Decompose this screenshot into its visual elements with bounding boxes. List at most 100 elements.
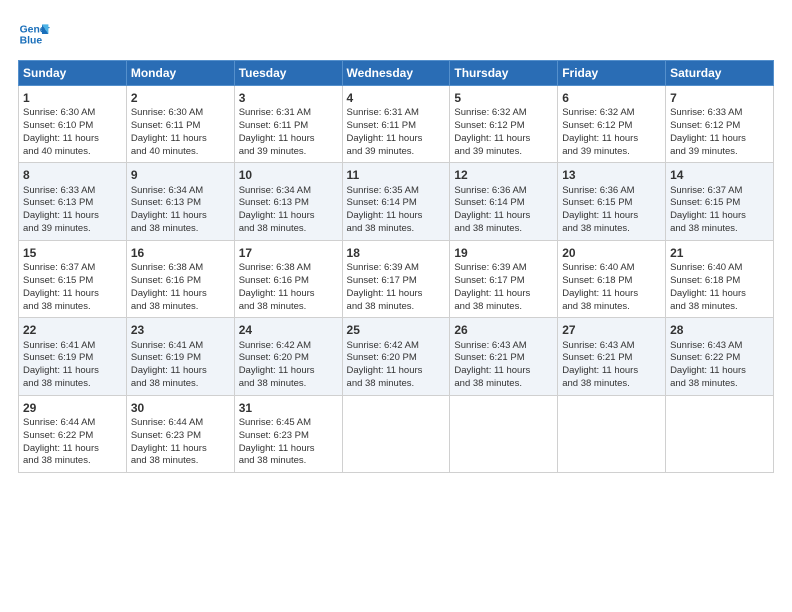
day-info: Sunrise: 6:34 AM Sunset: 6:13 PM Dayligh… — [239, 185, 315, 234]
week-row-3: 15Sunrise: 6:37 AM Sunset: 6:15 PM Dayli… — [19, 240, 774, 317]
calendar-cell: 27Sunrise: 6:43 AM Sunset: 6:21 PM Dayli… — [558, 318, 666, 395]
day-number: 12 — [454, 167, 553, 183]
col-header-thursday: Thursday — [450, 61, 558, 86]
day-info: Sunrise: 6:42 AM Sunset: 6:20 PM Dayligh… — [239, 340, 315, 389]
calendar-cell: 13Sunrise: 6:36 AM Sunset: 6:15 PM Dayli… — [558, 163, 666, 240]
week-row-5: 29Sunrise: 6:44 AM Sunset: 6:22 PM Dayli… — [19, 395, 774, 472]
calendar-cell: 16Sunrise: 6:38 AM Sunset: 6:16 PM Dayli… — [126, 240, 234, 317]
day-number: 1 — [23, 90, 122, 106]
day-number: 14 — [670, 167, 769, 183]
day-number: 31 — [239, 400, 338, 416]
calendar-cell: 15Sunrise: 6:37 AM Sunset: 6:15 PM Dayli… — [19, 240, 127, 317]
day-number: 10 — [239, 167, 338, 183]
day-number: 23 — [131, 322, 230, 338]
day-number: 20 — [562, 245, 661, 261]
day-info: Sunrise: 6:41 AM Sunset: 6:19 PM Dayligh… — [131, 340, 207, 389]
col-header-tuesday: Tuesday — [234, 61, 342, 86]
calendar-cell — [666, 395, 774, 472]
calendar-cell: 28 Sunrise: 6:43 AM Sunset: 6:22 PM Dayli… — [666, 318, 774, 395]
calendar-cell: 20Sunrise: 6:40 AM Sunset: 6:18 PM Dayli… — [558, 240, 666, 317]
day-info: Sunrise: 6:30 AM Sunset: 6:11 PM Dayligh… — [131, 107, 207, 156]
calendar-cell: 3Sunrise: 6:31 AM Sunset: 6:11 PM Daylig… — [234, 86, 342, 163]
day-number: 7 — [670, 90, 769, 106]
calendar-cell: 23 Sunrise: 6:41 AM Sunset: 6:19 PM Dayli… — [126, 318, 234, 395]
header-row: SundayMondayTuesdayWednesdayThursdayFrid… — [19, 61, 774, 86]
calendar-cell: 7Sunrise: 6:33 AM Sunset: 6:12 PM Daylig… — [666, 86, 774, 163]
calendar-cell: 24 Sunrise: 6:42 AM Sunset: 6:20 PM Dayli… — [234, 318, 342, 395]
day-info: Sunrise: 6:41 AM Sunset: 6:19 PM Dayligh… — [23, 340, 99, 389]
day-number: 16 — [131, 245, 230, 261]
calendar-cell: 9 Sunrise: 6:34 AM Sunset: 6:13 PM Daylig… — [126, 163, 234, 240]
week-row-2: 8 Sunrise: 6:33 AM Sunset: 6:13 PM Daylig… — [19, 163, 774, 240]
col-header-friday: Friday — [558, 61, 666, 86]
calendar-cell: 6Sunrise: 6:32 AM Sunset: 6:12 PM Daylig… — [558, 86, 666, 163]
day-info: Sunrise: 6:35 AM Sunset: 6:14 PM Dayligh… — [347, 185, 423, 234]
calendar-cell: 22 Sunrise: 6:41 AM Sunset: 6:19 PM Dayli… — [19, 318, 127, 395]
col-header-wednesday: Wednesday — [342, 61, 450, 86]
day-number: 4 — [347, 90, 446, 106]
header: General Blue — [18, 18, 774, 50]
day-number: 2 — [131, 90, 230, 106]
day-number: 25 — [347, 322, 446, 338]
day-number: 21 — [670, 245, 769, 261]
day-info: Sunrise: 6:33 AM Sunset: 6:13 PM Dayligh… — [23, 185, 99, 234]
day-info: Sunrise: 6:36 AM Sunset: 6:15 PM Dayligh… — [562, 185, 638, 234]
day-info: Sunrise: 6:43 AM Sunset: 6:22 PM Dayligh… — [670, 340, 746, 389]
svg-text:Blue: Blue — [20, 36, 43, 47]
calendar-cell: 26 Sunrise: 6:43 AM Sunset: 6:21 PM Dayli… — [450, 318, 558, 395]
calendar-cell: 14 Sunrise: 6:37 AM Sunset: 6:15 PM Dayli… — [666, 163, 774, 240]
day-info: Sunrise: 6:40 AM Sunset: 6:18 PM Dayligh… — [562, 262, 638, 311]
day-info: Sunrise: 6:31 AM Sunset: 6:11 PM Dayligh… — [239, 107, 315, 156]
day-info: Sunrise: 6:42 AM Sunset: 6:20 PM Dayligh… — [347, 340, 423, 389]
day-info: Sunrise: 6:31 AM Sunset: 6:11 PM Dayligh… — [347, 107, 423, 156]
calendar-cell: 29Sunrise: 6:44 AM Sunset: 6:22 PM Dayli… — [19, 395, 127, 472]
calendar-cell: 4Sunrise: 6:31 AM Sunset: 6:11 PM Daylig… — [342, 86, 450, 163]
calendar-cell: 19Sunrise: 6:39 AM Sunset: 6:17 PM Dayli… — [450, 240, 558, 317]
day-info: Sunrise: 6:34 AM Sunset: 6:13 PM Dayligh… — [131, 185, 207, 234]
calendar-cell: 30Sunrise: 6:44 AM Sunset: 6:23 PM Dayli… — [126, 395, 234, 472]
day-number: 11 — [347, 167, 446, 183]
col-header-sunday: Sunday — [19, 61, 127, 86]
day-number: 19 — [454, 245, 553, 261]
calendar-cell: 21Sunrise: 6:40 AM Sunset: 6:18 PM Dayli… — [666, 240, 774, 317]
calendar-cell: 25 Sunrise: 6:42 AM Sunset: 6:20 PM Dayli… — [342, 318, 450, 395]
day-number: 6 — [562, 90, 661, 106]
calendar-cell: 8 Sunrise: 6:33 AM Sunset: 6:13 PM Daylig… — [19, 163, 127, 240]
day-number: 9 — [131, 167, 230, 183]
calendar-cell — [558, 395, 666, 472]
week-row-1: 1Sunrise: 6:30 AM Sunset: 6:10 PM Daylig… — [19, 86, 774, 163]
day-number: 3 — [239, 90, 338, 106]
calendar-cell: 11 Sunrise: 6:35 AM Sunset: 6:14 PM Dayli… — [342, 163, 450, 240]
day-info: Sunrise: 6:44 AM Sunset: 6:23 PM Dayligh… — [131, 417, 207, 466]
day-info: Sunrise: 6:43 AM Sunset: 6:21 PM Dayligh… — [562, 340, 638, 389]
calendar-cell: 5Sunrise: 6:32 AM Sunset: 6:12 PM Daylig… — [450, 86, 558, 163]
day-info: Sunrise: 6:37 AM Sunset: 6:15 PM Dayligh… — [670, 185, 746, 234]
day-number: 8 — [23, 167, 122, 183]
day-number: 17 — [239, 245, 338, 261]
calendar-cell: 1Sunrise: 6:30 AM Sunset: 6:10 PM Daylig… — [19, 86, 127, 163]
day-number: 24 — [239, 322, 338, 338]
logo-icon: General Blue — [18, 18, 50, 50]
calendar-cell: 10 Sunrise: 6:34 AM Sunset: 6:13 PM Dayli… — [234, 163, 342, 240]
day-info: Sunrise: 6:30 AM Sunset: 6:10 PM Dayligh… — [23, 107, 99, 156]
day-info: Sunrise: 6:39 AM Sunset: 6:17 PM Dayligh… — [454, 262, 530, 311]
week-row-4: 22 Sunrise: 6:41 AM Sunset: 6:19 PM Dayli… — [19, 318, 774, 395]
day-info: Sunrise: 6:33 AM Sunset: 6:12 PM Dayligh… — [670, 107, 746, 156]
calendar-cell: 17Sunrise: 6:38 AM Sunset: 6:16 PM Dayli… — [234, 240, 342, 317]
page: General Blue SundayMondayTuesdayWednesda… — [0, 0, 792, 612]
day-info: Sunrise: 6:39 AM Sunset: 6:17 PM Dayligh… — [347, 262, 423, 311]
day-info: Sunrise: 6:38 AM Sunset: 6:16 PM Dayligh… — [239, 262, 315, 311]
day-number: 22 — [23, 322, 122, 338]
day-info: Sunrise: 6:32 AM Sunset: 6:12 PM Dayligh… — [454, 107, 530, 156]
col-header-monday: Monday — [126, 61, 234, 86]
day-number: 26 — [454, 322, 553, 338]
logo: General Blue — [18, 18, 54, 50]
day-info: Sunrise: 6:43 AM Sunset: 6:21 PM Dayligh… — [454, 340, 530, 389]
day-number: 28 — [670, 322, 769, 338]
calendar-cell — [450, 395, 558, 472]
day-number: 15 — [23, 245, 122, 261]
day-info: Sunrise: 6:36 AM Sunset: 6:14 PM Dayligh… — [454, 185, 530, 234]
calendar-cell: 18Sunrise: 6:39 AM Sunset: 6:17 PM Dayli… — [342, 240, 450, 317]
day-number: 30 — [131, 400, 230, 416]
calendar-table: SundayMondayTuesdayWednesdayThursdayFrid… — [18, 60, 774, 473]
